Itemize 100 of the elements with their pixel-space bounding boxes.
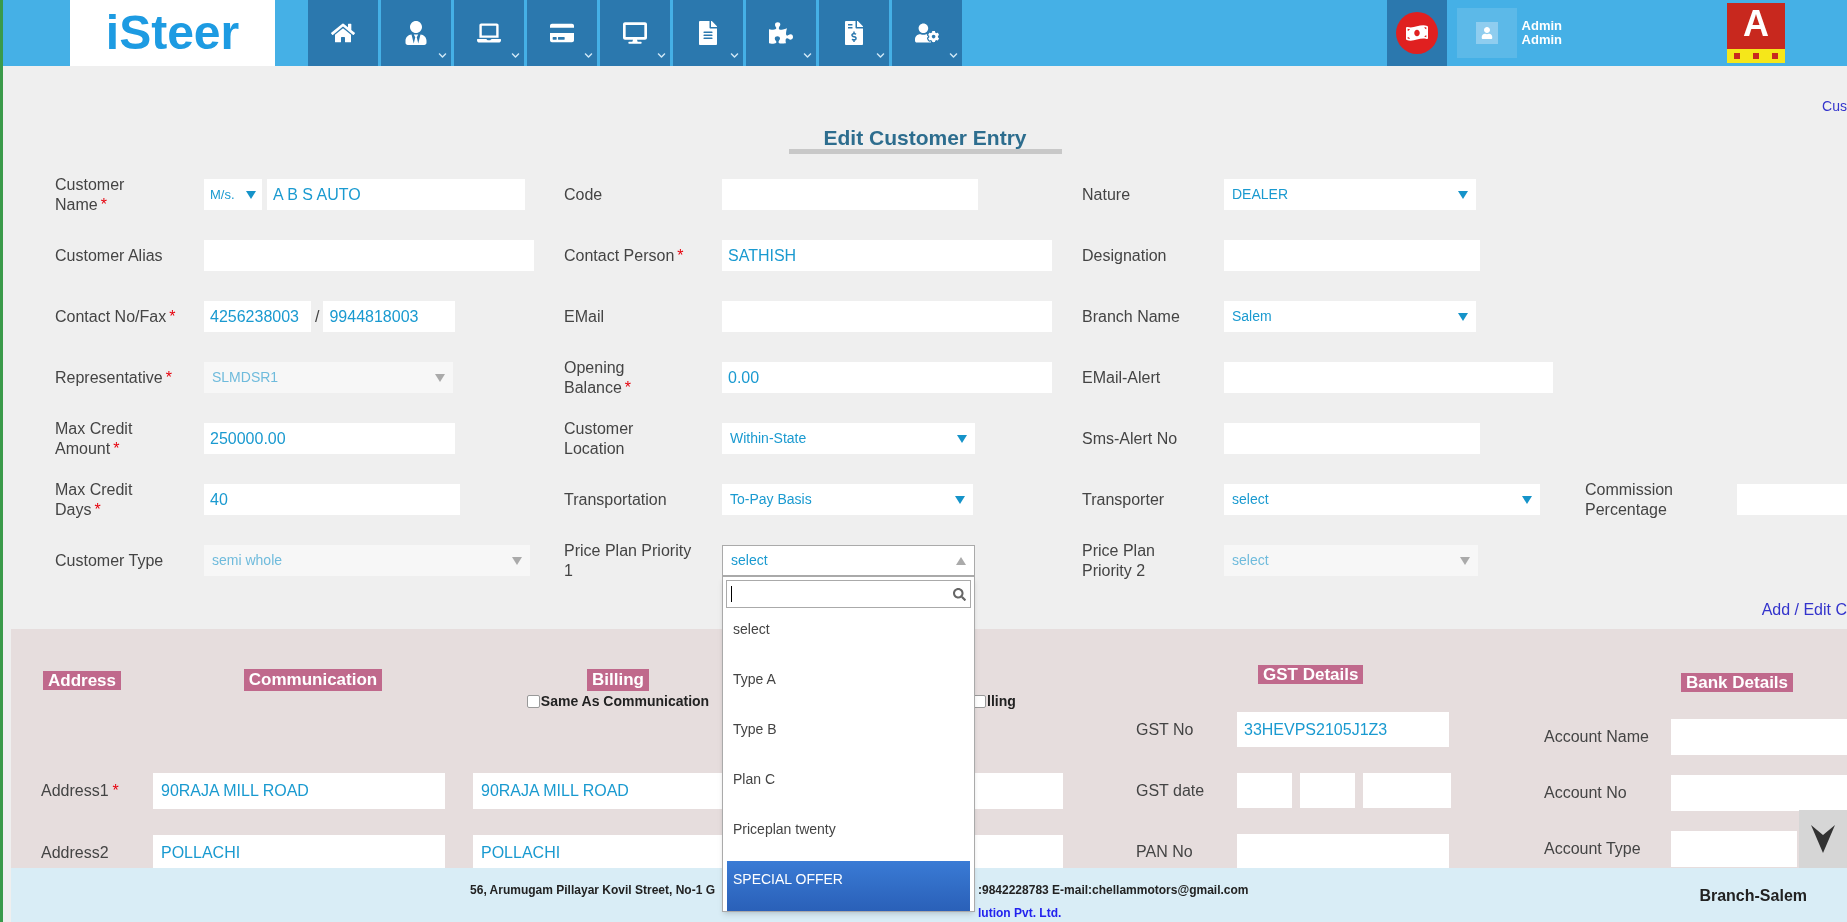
avatar-button[interactable] bbox=[1475, 22, 1498, 44]
field-label: Transporter bbox=[1082, 489, 1166, 510]
field-label: Commission Percentage bbox=[1585, 479, 1674, 520]
nav-button[interactable] bbox=[308, 0, 378, 66]
laptop-icon bbox=[477, 21, 501, 45]
nav-button[interactable] bbox=[600, 0, 670, 66]
dropdown-arrow-icon bbox=[1458, 312, 1468, 321]
text-field[interactable]: 4256238003 bbox=[204, 301, 311, 332]
text-field[interactable]: SATHISH bbox=[722, 240, 1052, 271]
logo: iSteer bbox=[105, 5, 240, 61]
page-title: Edit Customer Entry bbox=[823, 126, 1027, 149]
text-field[interactable]: 250000.00 bbox=[204, 423, 455, 454]
section-heading: GST Details bbox=[1258, 665, 1364, 684]
field-label: Price Plan Priority 1 bbox=[564, 540, 693, 581]
select-field[interactable]: select bbox=[722, 545, 975, 576]
nav-button[interactable] bbox=[454, 0, 524, 66]
field-label: Customer Alias bbox=[55, 245, 164, 266]
dropdown-arrow-icon bbox=[956, 556, 966, 565]
scroll-down-button[interactable] bbox=[1799, 810, 1847, 868]
dropdown-option[interactable]: Type A bbox=[727, 661, 970, 711]
company-badge: A bbox=[1727, 3, 1785, 63]
add-edit-link[interactable]: Add / Edit C bbox=[1761, 598, 1847, 622]
dropdown-option[interactable]: SPECIAL OFFER bbox=[727, 861, 970, 911]
chevron-icon bbox=[803, 51, 812, 60]
select-field[interactable]: Within-State bbox=[722, 423, 975, 454]
money-icon bbox=[1405, 22, 1428, 44]
card-icon bbox=[550, 21, 574, 45]
puzzle-icon bbox=[769, 21, 793, 45]
nav-button[interactable] bbox=[892, 0, 962, 66]
required-mark: * bbox=[112, 782, 119, 799]
separator-text: / bbox=[315, 306, 320, 327]
date-field[interactable] bbox=[1300, 773, 1355, 808]
chevron-icon bbox=[730, 51, 739, 60]
section-heading: Billing bbox=[587, 669, 649, 691]
select-field[interactable]: DEALER bbox=[1224, 179, 1476, 210]
field-label: Contact Person * bbox=[564, 245, 685, 266]
select-field[interactable]: To-Pay Basis bbox=[722, 484, 973, 515]
chevron-icon bbox=[584, 51, 593, 60]
dropdown-arrow-icon bbox=[1460, 556, 1470, 565]
field-label: Representative * bbox=[55, 367, 173, 388]
field-label: EMail bbox=[564, 306, 605, 327]
dropdown-arrow-icon bbox=[246, 190, 256, 199]
document-icon bbox=[696, 21, 720, 45]
person-icon bbox=[404, 21, 428, 45]
section-heading: Communication bbox=[243, 669, 383, 691]
text-field[interactable]: A B S AUTO bbox=[267, 179, 525, 210]
nav-button[interactable] bbox=[819, 0, 889, 66]
field-label: EMail-Alert bbox=[1082, 367, 1162, 388]
dropdown-arrow-icon bbox=[957, 434, 967, 443]
footer-address: 56, Arumugam Pillayar Kovil Street, No-1 G bbox=[470, 882, 715, 899]
dropdown-arrow-icon bbox=[955, 495, 965, 504]
select-field[interactable]: Salem bbox=[1224, 301, 1476, 332]
field-label: Branch Name bbox=[1082, 306, 1181, 327]
text-field[interactable]: 9944818003 bbox=[323, 301, 455, 332]
nav-button[interactable] bbox=[527, 0, 597, 66]
chevron-icon bbox=[657, 51, 666, 60]
checkbox[interactable] bbox=[526, 695, 540, 708]
home-icon bbox=[331, 21, 355, 45]
text-field[interactable] bbox=[1237, 834, 1449, 869]
nav-button[interactable] bbox=[381, 0, 451, 66]
text-field[interactable] bbox=[1671, 775, 1847, 811]
text-field[interactable] bbox=[1671, 719, 1847, 755]
text-field[interactable] bbox=[1671, 831, 1797, 867]
field-label: Max Credit Days * bbox=[55, 479, 134, 520]
date-field[interactable] bbox=[1363, 773, 1451, 808]
text-field[interactable]: 0.00 bbox=[722, 362, 1052, 393]
field-label: GST date bbox=[1135, 780, 1206, 801]
field-label: Code bbox=[564, 184, 604, 205]
field-label: Sms-Alert No bbox=[1082, 428, 1179, 449]
field-label: Account Type bbox=[1543, 839, 1642, 859]
field-label: GST No bbox=[1135, 719, 1195, 740]
nav-button[interactable] bbox=[673, 0, 743, 66]
dropdown-option[interactable]: Type B bbox=[727, 711, 970, 761]
dropdown-option[interactable]: select bbox=[727, 611, 970, 661]
date-field[interactable] bbox=[1237, 773, 1292, 808]
field-label: Account Name bbox=[1543, 727, 1650, 747]
user-icon bbox=[1480, 27, 1493, 39]
field-label: Opening Balance * bbox=[564, 357, 633, 398]
money-button[interactable] bbox=[1395, 12, 1438, 54]
title-select[interactable]: M/s. bbox=[204, 179, 262, 210]
select-field[interactable]: select bbox=[1224, 484, 1540, 515]
chevron-icon bbox=[438, 51, 447, 60]
field-label: Contact No/Fax * bbox=[55, 306, 177, 327]
field-label: Customer Type bbox=[55, 550, 165, 571]
text-field[interactable]: 33HEVPS2105J1Z3 bbox=[1237, 712, 1449, 747]
nav-button[interactable] bbox=[746, 0, 816, 66]
field-label: Price Plan Priority 2 bbox=[1082, 540, 1156, 581]
field-label: Address1 bbox=[41, 782, 109, 799]
dropdown-arrow-icon bbox=[1522, 495, 1532, 504]
branch-name: Branch-Salem bbox=[1699, 886, 1808, 906]
customer-link[interactable]: Cus bbox=[1822, 96, 1847, 117]
field-label: Customer Location bbox=[564, 418, 635, 459]
field-label: Max Credit Amount * bbox=[55, 418, 134, 459]
invoice-icon bbox=[842, 21, 866, 45]
search-field[interactable] bbox=[726, 580, 971, 608]
chevron-icon bbox=[511, 51, 520, 60]
text-field[interactable]: 40 bbox=[204, 484, 460, 515]
field-label: Nature bbox=[1082, 184, 1132, 205]
text-field[interactable]: 90RAJA MILL ROAD bbox=[153, 773, 445, 809]
text-field[interactable]: POLLACHI bbox=[153, 835, 445, 871]
